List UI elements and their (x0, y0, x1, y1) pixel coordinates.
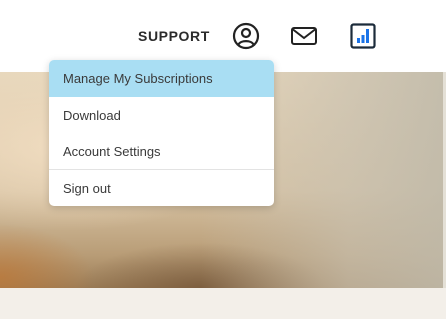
menu-item-sign-out[interactable]: Sign out (49, 170, 274, 206)
menu-item-download[interactable]: Download (49, 97, 274, 133)
page-section-strip (0, 288, 446, 319)
menu-item-label: Download (63, 107, 121, 123)
account-dropdown-menu: Manage My Subscriptions Download Account… (49, 60, 274, 206)
menu-item-label: Account Settings (63, 143, 161, 159)
mail-icon (291, 27, 317, 45)
account-circle-icon (232, 22, 260, 50)
menu-item-label: Sign out (63, 180, 111, 196)
mail-button[interactable] (288, 20, 320, 52)
support-link[interactable]: SUPPORT (138, 27, 210, 45)
dashboard-icon (350, 23, 376, 49)
menu-item-manage-subscriptions[interactable]: Manage My Subscriptions (49, 60, 274, 97)
account-button[interactable] (230, 20, 262, 52)
dashboard-button[interactable] (347, 20, 379, 52)
menu-item-account-settings[interactable]: Account Settings (49, 133, 274, 169)
menu-item-label: Manage My Subscriptions (63, 71, 213, 86)
